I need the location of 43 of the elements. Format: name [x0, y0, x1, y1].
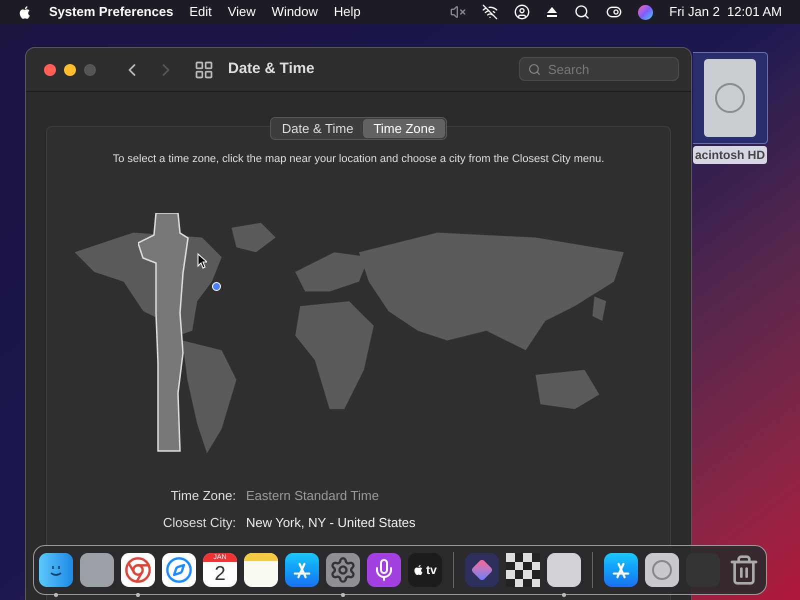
- notes-icon[interactable]: [244, 553, 278, 587]
- app-menu[interactable]: System Preferences: [49, 2, 174, 22]
- icon-label[interactable]: acintosh HD: [693, 146, 768, 164]
- orb-icon[interactable]: [638, 4, 654, 20]
- hard-drive-icon[interactable]: [693, 52, 768, 144]
- field-value[interactable]: Eastern Standard Time: [246, 486, 416, 505]
- eject-icon[interactable]: [546, 6, 558, 18]
- clock[interactable]: Fri Jan 2 12:01 AM: [669, 2, 782, 22]
- face-icon[interactable]: [39, 553, 73, 587]
- menu-item[interactable]: View: [228, 2, 256, 22]
- user-icon[interactable]: [514, 4, 530, 20]
- mute-icon[interactable]: [450, 4, 466, 20]
- window-title: Date & Time: [228, 59, 314, 80]
- field-label: Time Zone:: [170, 486, 236, 504]
- browser-icon[interactable]: [121, 553, 155, 587]
- instructions-text: To select a time zone, click the map near your location and choose a city from the Closest City menu.: [112, 152, 604, 167]
- minimize-button[interactable]: [64, 64, 76, 76]
- menu-item[interactable]: Help: [334, 2, 361, 22]
- compass-icon[interactable]: [162, 553, 196, 587]
- close-button[interactable]: [44, 64, 56, 76]
- toggle-icon[interactable]: [606, 4, 622, 20]
- layers-icon[interactable]: [465, 553, 499, 587]
- app-store-icon[interactable]: [604, 553, 638, 587]
- app-store-icon[interactable]: [285, 553, 319, 587]
- wifi-off-icon[interactable]: [482, 4, 498, 20]
- menu-item[interactable]: Window: [272, 2, 318, 22]
- search-icon: [528, 63, 541, 76]
- app-grid-icon[interactable]: [80, 553, 114, 587]
- search-field[interactable]: Search: [519, 57, 679, 82]
- menu-item[interactable]: Edit: [189, 2, 212, 22]
- hard-drive-icon[interactable]: [645, 553, 679, 587]
- field-label: Closest City:: [163, 514, 236, 532]
- search-icon[interactable]: [574, 4, 590, 20]
- tv-icon[interactable]: tv: [408, 553, 442, 587]
- grid-icon[interactable]: [194, 60, 214, 80]
- tab[interactable]: Date & Time: [272, 119, 364, 138]
- tab[interactable]: Time Zone: [363, 119, 446, 138]
- chess-board-icon[interactable]: [506, 553, 540, 587]
- podcast-icon[interactable]: [367, 553, 401, 587]
- field-value[interactable]: New York, NY - United States: [246, 513, 416, 532]
- gear-icon[interactable]: [326, 553, 360, 587]
- apple-icon[interactable]: [413, 564, 426, 576]
- pointer-icon: [196, 252, 206, 268]
